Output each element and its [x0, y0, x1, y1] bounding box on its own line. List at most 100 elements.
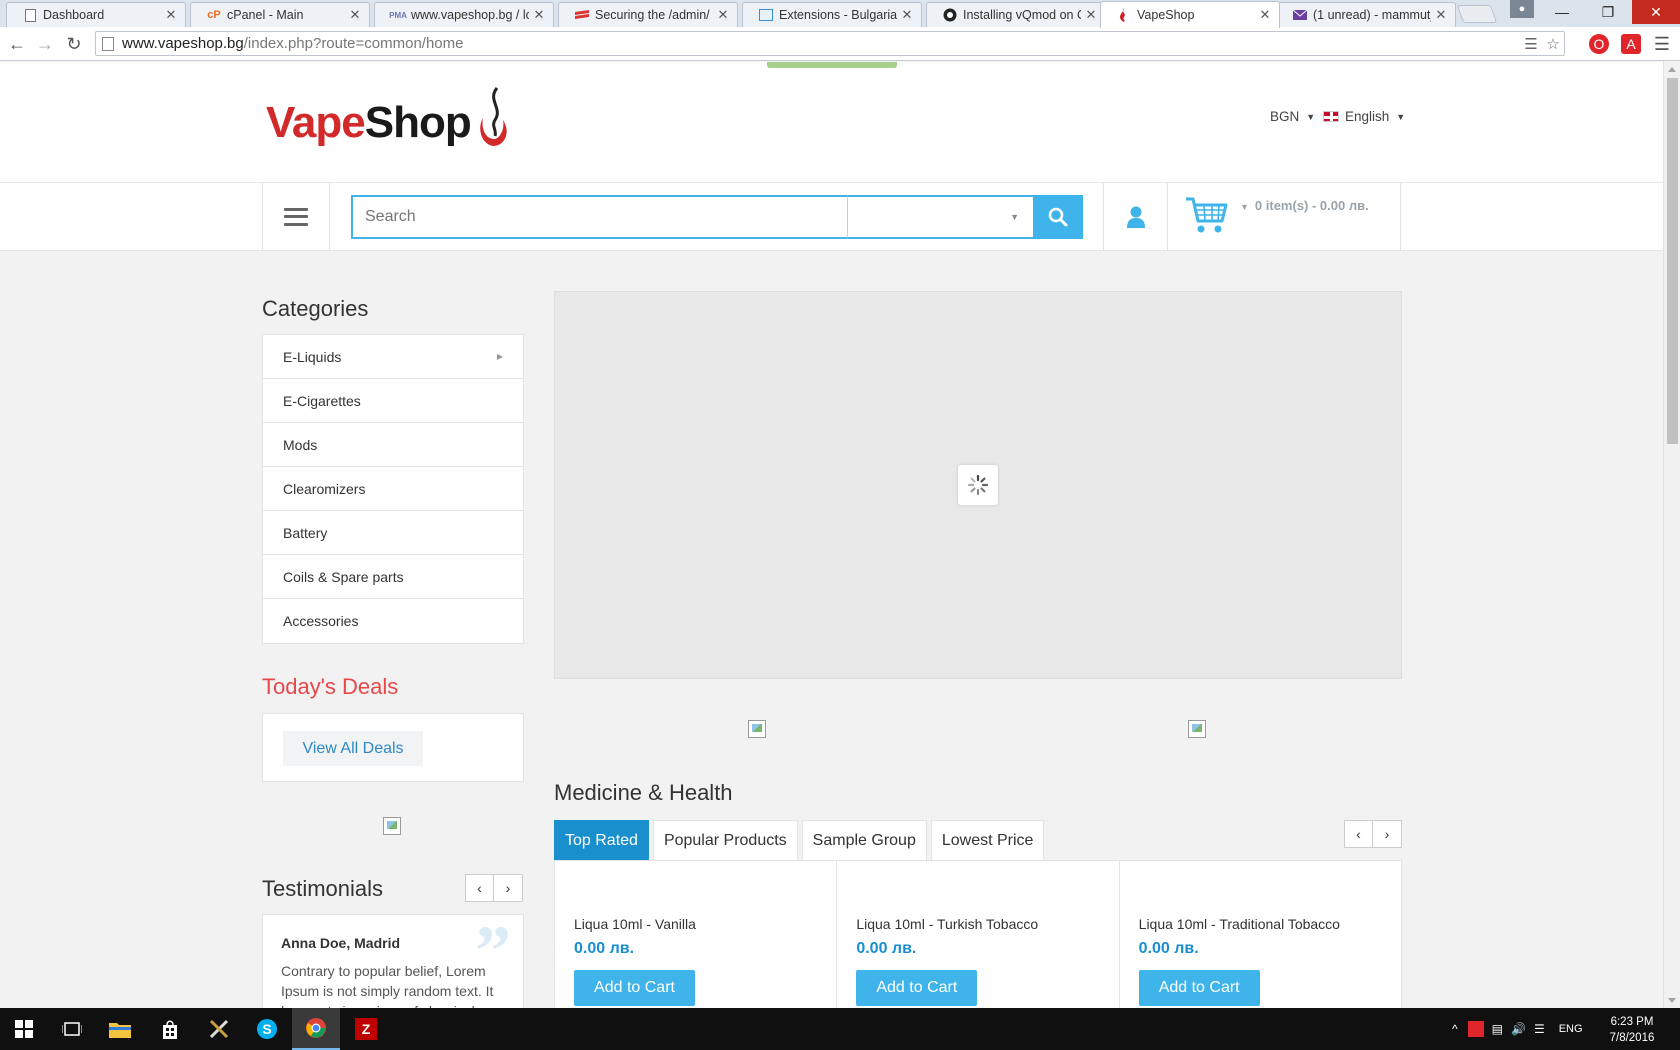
category-item-clearomizers[interactable]: Clearomizers [263, 467, 523, 511]
close-icon[interactable]: ✕ [717, 7, 729, 23]
browser-tab-strip: Dashboard ✕ cP cPanel - Main ✕ PMA www.v… [0, 0, 1680, 28]
search-nav-bar: ▼ ▼ 0 item(s) - 0.00 лв. [0, 183, 1663, 251]
opera-extension-icon[interactable]: O [1589, 34, 1609, 54]
tools-app-icon[interactable] [195, 1008, 243, 1050]
close-icon[interactable]: ✕ [533, 7, 545, 23]
profile-icon[interactable]: ● [1510, 0, 1534, 18]
input-language[interactable]: ENG [1559, 1023, 1583, 1035]
store-icon[interactable] [146, 1008, 194, 1050]
url-text[interactable]: www.vapeshop.bg/index.php?route=common/h… [122, 35, 1520, 52]
browser-tab-mail[interactable]: (1 unread) - mammut_n ✕ [1276, 2, 1456, 27]
scroll-down-icon[interactable] [1668, 998, 1676, 1003]
window-close-button[interactable]: ✕ [1632, 0, 1680, 24]
cart-button[interactable]: ▼ 0 item(s) - 0.00 лв. [1168, 183, 1401, 250]
product-tabs: Top Rated Popular Products Sample Group … [554, 820, 1048, 861]
tab-sample-group[interactable]: Sample Group [801, 820, 927, 861]
action-center-icon[interactable]: ☰ [1534, 1022, 1545, 1036]
chrome-menu-icon[interactable]: ☰ [1652, 34, 1672, 54]
acrobat-tray-icon[interactable] [1467, 1021, 1484, 1037]
banner-slider[interactable] [554, 291, 1402, 679]
broken-image-icon [748, 720, 766, 738]
view-all-deals-button[interactable]: View All Deals [283, 731, 423, 766]
skype-icon[interactable]: S [243, 1008, 291, 1050]
add-to-cart-button[interactable]: Add to Cart [1138, 970, 1260, 1006]
close-icon[interactable]: ✕ [1085, 7, 1097, 23]
category-item-mods[interactable]: Mods [263, 423, 523, 467]
product-name[interactable]: Liqua 10ml - Traditional Tobacco [1139, 916, 1340, 932]
restore-button[interactable]: ❐ [1586, 0, 1630, 24]
add-to-cart-button[interactable]: Add to Cart [574, 970, 695, 1006]
network-icon[interactable]: ▤ [1492, 1022, 1503, 1036]
product-name[interactable]: Liqua 10ml - Turkish Tobacco [856, 916, 1038, 932]
browser-tab-dashboard[interactable]: Dashboard ✕ [6, 2, 186, 27]
categories-heading: Categories [262, 296, 369, 321]
caret-down-icon: ▼ [1010, 212, 1019, 222]
browser-tab-phpmyadmin[interactable]: PMA www.vapeshop.bg / loc ✕ [374, 2, 554, 27]
close-icon[interactable]: ✕ [165, 7, 177, 23]
search-input[interactable] [351, 195, 847, 239]
page-info-icon[interactable] [102, 36, 114, 51]
category-item-accessories[interactable]: Accessories [263, 599, 523, 643]
windows-start-icon[interactable] [0, 1008, 48, 1050]
testimonials-heading: Testimonials [262, 876, 384, 901]
search-category-select[interactable]: ▼ [847, 195, 1033, 239]
close-icon[interactable]: ✕ [1259, 7, 1271, 23]
tab-top-rated[interactable]: Top Rated [554, 820, 649, 861]
acrobat-extension-icon[interactable]: A [1621, 34, 1641, 54]
page-viewport: VapeShop BGN▼ English▼ ▼ [0, 62, 1663, 1008]
account-button[interactable] [1103, 183, 1168, 250]
taskbar-clock[interactable]: 6:23 PM 7/8/2016 [1594, 1014, 1670, 1046]
chevron-right-icon[interactable]: › [1373, 820, 1402, 848]
notification-tab[interactable] [767, 62, 897, 68]
scroll-up-icon[interactable] [1668, 67, 1676, 72]
chevron-right-icon[interactable]: › [494, 874, 523, 902]
chevron-left-icon[interactable]: ‹ [1344, 820, 1373, 848]
forward-arrow-icon[interactable]: → [34, 33, 56, 55]
tab-lowest-price[interactable]: Lowest Price [930, 820, 1045, 861]
todays-deals-heading: Today's Deals [262, 674, 399, 699]
task-view-icon[interactable] [48, 1008, 96, 1050]
category-item-battery[interactable]: Battery [263, 511, 523, 555]
chevron-left-icon[interactable]: ‹ [465, 874, 494, 902]
chrome-taskbar-icon[interactable] [292, 1008, 340, 1050]
product-card: Liqua 10ml - Traditional Tobacco 0.00 лв… [1120, 861, 1401, 1008]
caret-down-icon: ▼ [1240, 202, 1249, 212]
translate-icon[interactable]: ☰ [1520, 35, 1542, 53]
filezilla-icon[interactable]: Z [342, 1008, 390, 1050]
bookmark-star-icon[interactable]: ☆ [1542, 35, 1564, 53]
language-dropdown[interactable]: English ▼ [1323, 109, 1405, 124]
category-item-e-cigarettes[interactable]: E-Cigarettes [263, 379, 523, 423]
back-arrow-icon[interactable]: ← [6, 33, 28, 55]
close-icon[interactable]: ✕ [901, 7, 913, 23]
browser-tab-vapeshop[interactable]: VapeShop ✕ [1100, 1, 1280, 28]
tray-expand-icon[interactable]: ^ [1452, 1022, 1458, 1036]
minimize-button[interactable]: — [1540, 0, 1584, 24]
volume-icon[interactable]: 🔊 [1511, 1022, 1526, 1036]
add-to-cart-button[interactable]: Add to Cart [856, 970, 978, 1006]
product-name[interactable]: Liqua 10ml - Vanilla [574, 916, 696, 932]
category-item-e-liquids[interactable]: E-Liquids ▶ [263, 335, 523, 379]
address-bar[interactable]: www.vapeshop.bg/index.php?route=common/h… [95, 31, 1565, 56]
reload-icon[interactable]: ↻ [63, 33, 85, 55]
new-tab-button[interactable] [1456, 5, 1498, 23]
browser-tab-securing-admin[interactable]: Securing the /admin/ fo ✕ [558, 2, 738, 27]
category-item-coils[interactable]: Coils & Spare parts [263, 555, 523, 599]
testimonial-card: ” Anna Doe, Madrid Contrary to popular b… [262, 914, 524, 1008]
tab-popular-products[interactable]: Popular Products [652, 820, 798, 861]
browser-tab-vqmod[interactable]: Installing vQmod on Op ✕ [926, 2, 1106, 27]
file-explorer-icon[interactable] [96, 1008, 144, 1050]
menu-toggle-button[interactable] [262, 183, 330, 250]
scrollbar-thumb[interactable] [1667, 78, 1678, 444]
flag-icon [575, 8, 589, 22]
caret-down-icon: ▼ [1306, 111, 1316, 122]
page-scrollbar[interactable] [1663, 62, 1680, 1008]
search-button[interactable] [1033, 195, 1083, 239]
currency-dropdown[interactable]: BGN ▼ [1270, 109, 1315, 124]
product-grid: Liqua 10ml - Vanilla 0.00 лв. Add to Car… [554, 860, 1402, 1008]
browser-tab-extensions[interactable]: Extensions - Bulgarian ✕ [742, 2, 922, 27]
close-icon[interactable]: ✕ [349, 7, 361, 23]
browser-tab-cpanel[interactable]: cP cPanel - Main ✕ [190, 2, 370, 27]
vapeshop-logo[interactable]: Vape Shop [266, 86, 511, 158]
close-icon[interactable]: ✕ [1435, 7, 1447, 23]
search-icon [1048, 207, 1068, 227]
